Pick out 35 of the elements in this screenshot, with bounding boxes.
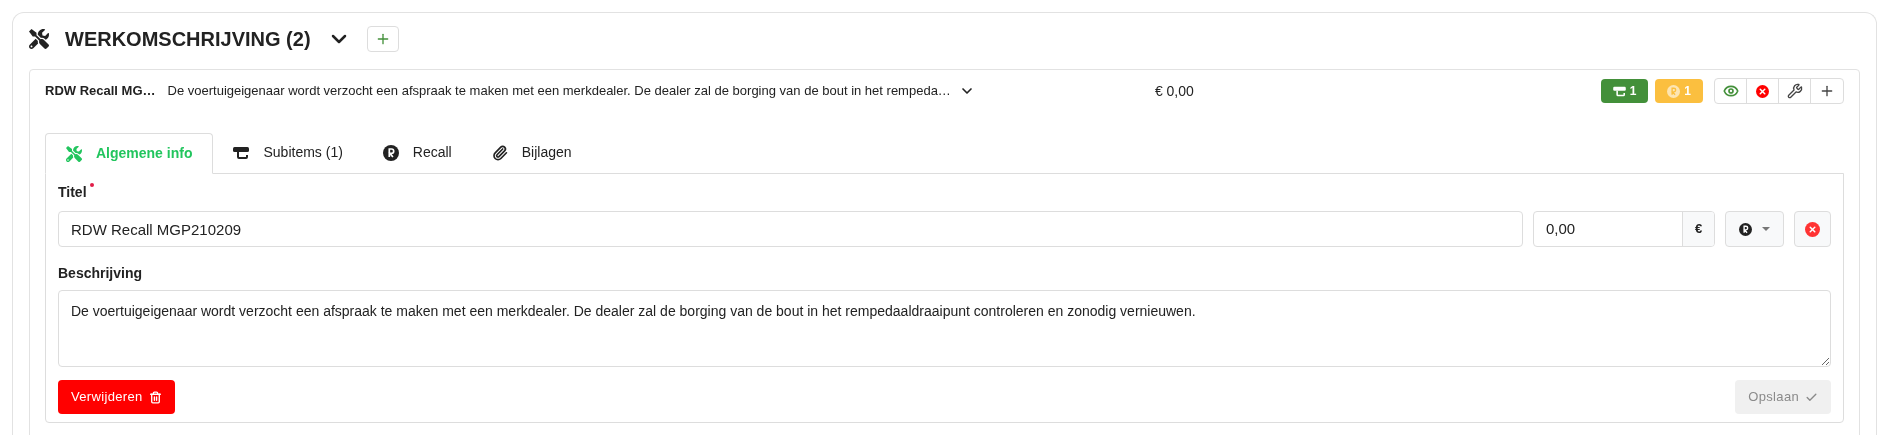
remove-button[interactable] — [1794, 211, 1831, 247]
field-label: Beschrijving — [58, 264, 144, 283]
tools-icon — [29, 29, 49, 49]
tab[interactable]: Bijlagen — [471, 132, 592, 173]
count-badge: 1 — [1600, 79, 1649, 103]
eye-icon — [1722, 83, 1739, 99]
count-badge: 1 — [1655, 79, 1703, 103]
add-button[interactable] — [366, 26, 399, 52]
tray-icon — [1612, 85, 1626, 97]
paperclip-icon — [491, 144, 508, 161]
item-price: € 0,00 — [1154, 81, 1194, 101]
tab[interactable]: Subitems (1) — [213, 132, 363, 173]
amount-input[interactable]: 0,00 — [1534, 212, 1682, 246]
tab[interactable]: Recall — [362, 132, 472, 173]
item-title: RDW Recall MG… — [45, 82, 156, 101]
r-circle-icon — [1739, 222, 1752, 236]
delete-button[interactable]: Verwijderen — [58, 380, 175, 414]
plus-icon — [1819, 83, 1835, 99]
tools-icon — [66, 145, 82, 162]
field-label: Titel — [58, 183, 87, 202]
item-description: De voertuigeigenaar wordt verzocht een afspraak te maken met een merkdealer. De dealer zal de borging van de bout in het rempeda… — [167, 82, 951, 101]
trash-icon — [148, 390, 162, 404]
description-textarea[interactable]: De voertuigeigenaar wordt verzocht een afspraak te maken met een merkdealer. De dealer zal de borging van de bout in het rempedaaldraaipunt controleren en zonodig vernieuwen. — [58, 290, 1831, 367]
recall-dropdown[interactable] — [1725, 211, 1784, 247]
amount-input-group[interactable]: 0,00 € — [1533, 211, 1715, 247]
caret-icon — [1762, 227, 1770, 231]
close-icon — [1756, 84, 1769, 98]
close-icon — [1805, 221, 1820, 237]
r-circle-icon — [382, 144, 399, 161]
currency-addon: € — [1682, 212, 1714, 246]
title-input[interactable]: RDW Recall MGP210209 — [58, 211, 1523, 247]
tray-icon — [233, 145, 250, 160]
section-title: WERKOMSCHRIJVING (2) — [65, 27, 311, 52]
r-circle-icon — [1667, 84, 1681, 98]
wrench-icon — [1786, 83, 1803, 99]
